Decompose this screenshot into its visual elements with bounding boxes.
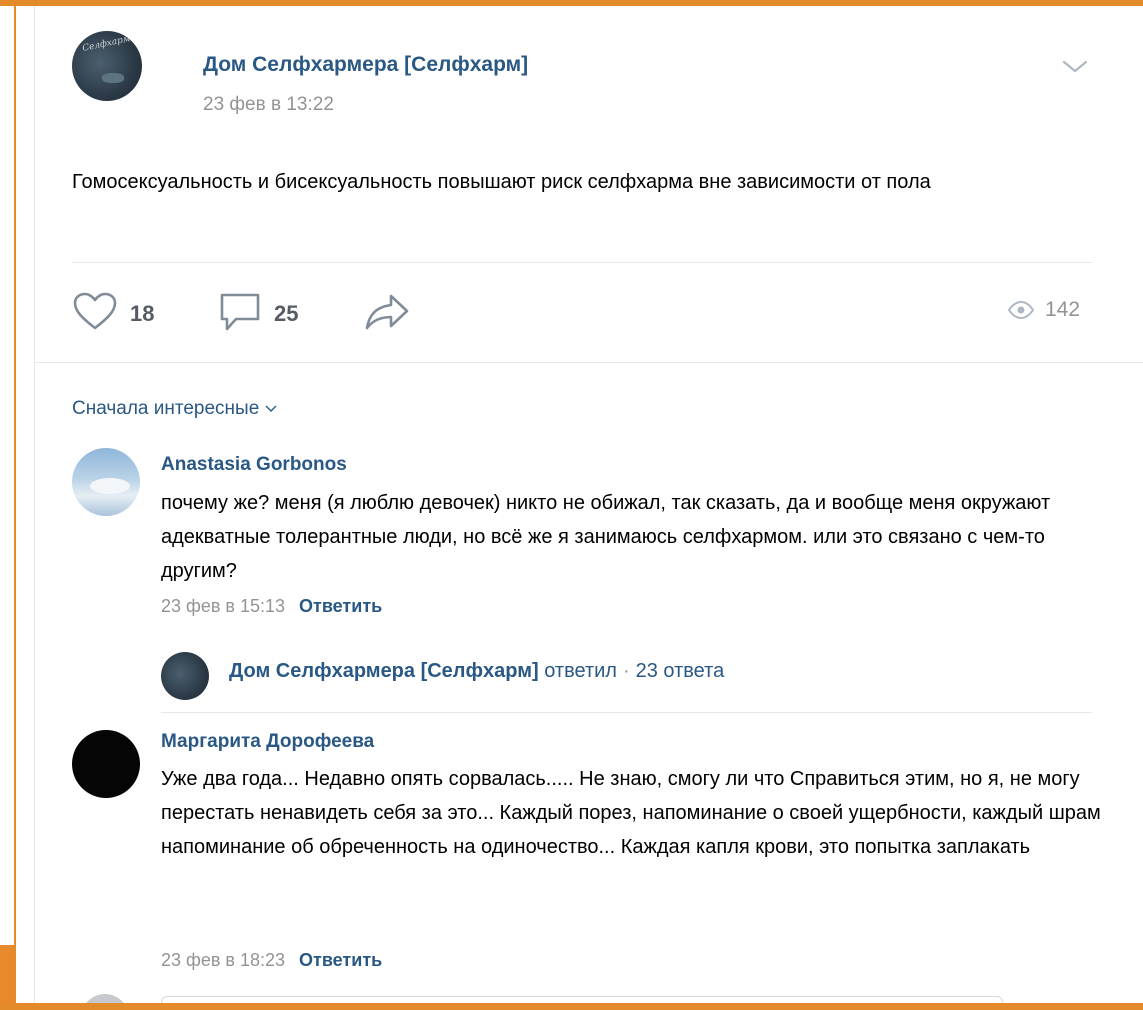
heart-icon (72, 292, 118, 337)
avatar-cloud (90, 478, 130, 494)
screenshot-frame: Селфхарм Дом Селфхармера [Селфхарм] 23 ф… (0, 0, 1143, 1010)
views-counter: 142 (1007, 298, 1080, 322)
sort-label-text: Сначала интересные (72, 398, 260, 419)
comment-author-avatar[interactable] (72, 730, 140, 798)
comment-author-name[interactable]: Anastasia Gorbonos (161, 454, 347, 476)
reply-separator: · (622, 660, 630, 682)
comment-button[interactable]: 25 (218, 293, 299, 334)
eye-icon (1007, 301, 1035, 319)
reply-count-link[interactable]: 23 ответа (636, 660, 725, 682)
frame-border-top (0, 0, 1143, 6)
comment-text: почему же? меня (я люблю девочек) никто … (161, 492, 1051, 582)
comment-date[interactable]: 23 фев в 18:23 (161, 950, 285, 970)
reply-thread-link[interactable]: Дом Селфхармера [Селфхарм] ответил · 23 от… (229, 660, 724, 683)
comments-sort-dropdown[interactable]: Сначала интересные (72, 398, 277, 420)
comment-divider (161, 712, 1092, 713)
avatar-logo-text: Селфхарм (81, 34, 132, 54)
frame-border-bottom (0, 1003, 1143, 1010)
chevron-down-icon (265, 405, 277, 413)
avatar-figure (102, 73, 124, 83)
reply-button[interactable]: Ответить (299, 596, 382, 616)
left-margin (0, 0, 14, 1010)
comment-meta: 23 фев в 18:23 Ответить (161, 950, 382, 971)
post-date[interactable]: 23 фев в 13:22 (203, 94, 334, 116)
like-count: 18 (130, 301, 155, 326)
section-divider (35, 362, 1143, 363)
comment-icon (218, 291, 262, 338)
chevron-down-icon[interactable] (1060, 56, 1090, 76)
post-card: Селфхарм Дом Селфхармера [Селфхарм] 23 ф… (34, 6, 1143, 1010)
divider (72, 262, 1092, 263)
frame-border-left (14, 0, 16, 1010)
comment-meta: 23 фев в 15:13 Ответить (161, 596, 382, 617)
like-button[interactable]: 18 (72, 292, 155, 337)
share-arrow-icon (363, 292, 411, 337)
comment-date[interactable]: 23 фев в 15:13 (161, 596, 285, 616)
post-author-name[interactable]: Дом Селфхармера [Селфхарм] (203, 53, 528, 77)
comment-text: Уже два года... Недавно опять сорвалась.… (161, 768, 1101, 858)
comment-count: 25 (274, 301, 299, 326)
frame-corner-decoration (0, 945, 14, 1010)
reply-author-name[interactable]: Дом Селфхармера [Селфхарм] (229, 660, 539, 682)
comment-author-name[interactable]: Маргарита Дорофеева (161, 731, 374, 753)
reply-verb: ответил (544, 660, 617, 682)
views-count: 142 (1045, 298, 1081, 321)
comment-author-avatar[interactable] (72, 448, 140, 516)
post-author-avatar[interactable]: Селфхарм (72, 31, 142, 101)
reply-author-avatar[interactable] (161, 652, 209, 700)
post-text: Гомосексуальность и бисексуальность повы… (72, 171, 931, 193)
share-button[interactable] (363, 294, 411, 334)
reply-button[interactable]: Ответить (299, 950, 382, 970)
